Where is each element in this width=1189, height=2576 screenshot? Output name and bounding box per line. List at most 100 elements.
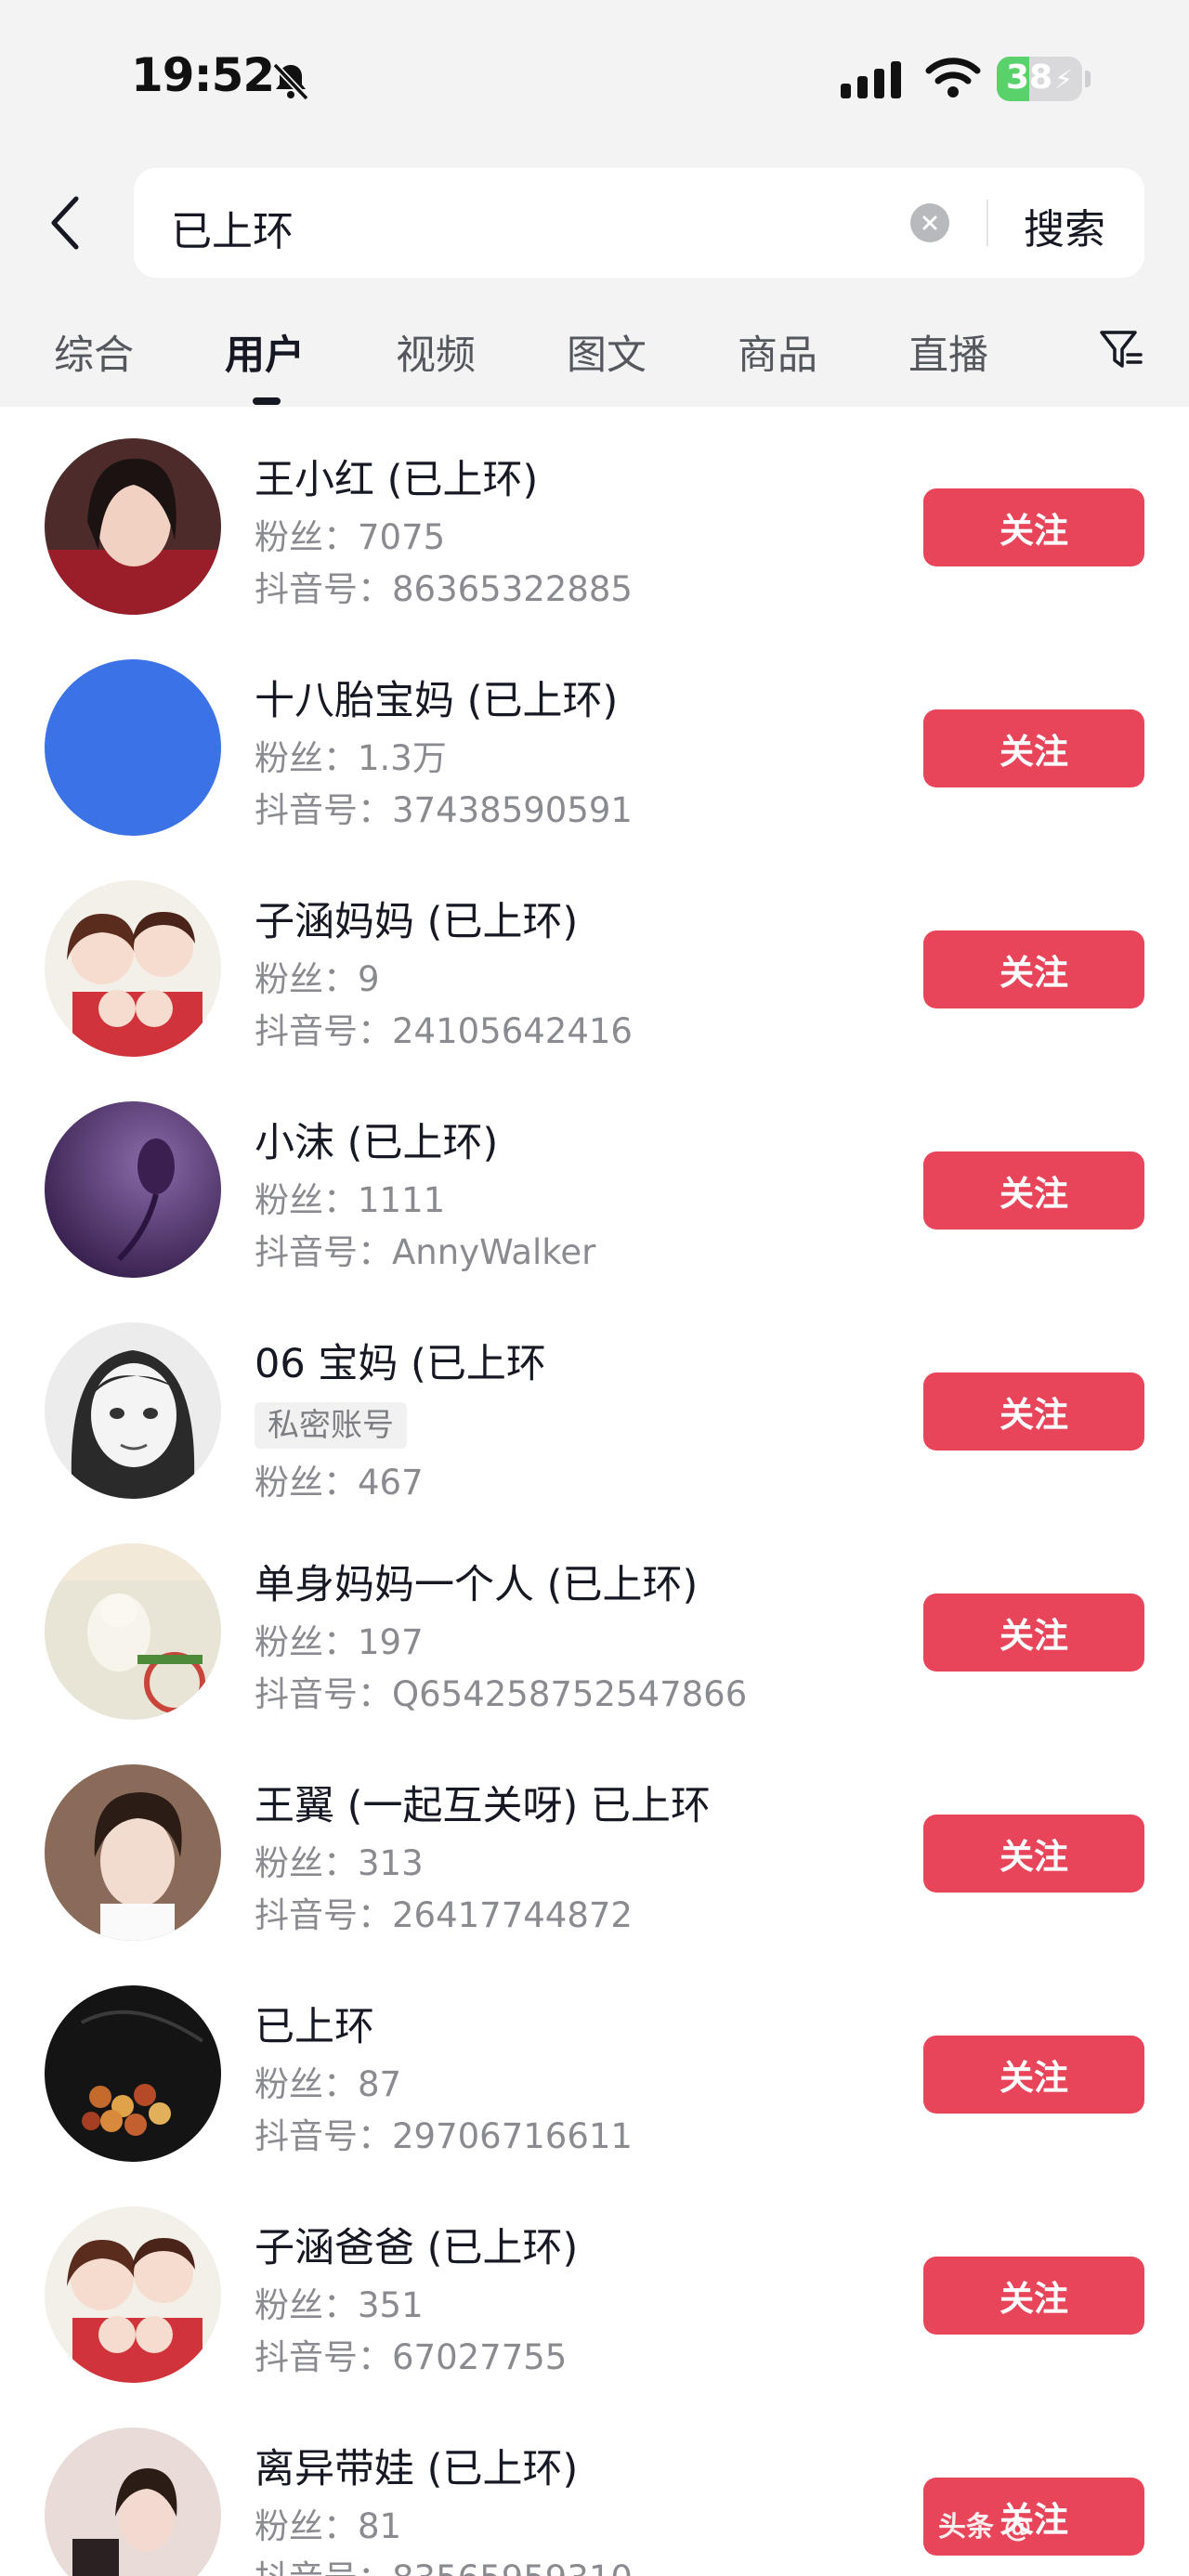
user-row[interactable]: 王翼 (一起互关呀) 已上环 粉丝：313 抖音号：26417744872 关注: [0, 1733, 1189, 1954]
category-tabs: 综合 用户 视频 图文 商品 直播: [0, 316, 1189, 407]
followers-line: 粉丝：87: [255, 2056, 401, 2106]
avatar[interactable]: [45, 2427, 221, 2576]
user-row[interactable]: 已上环 粉丝：87 抖音号：29706716611 关注: [0, 1954, 1189, 2175]
followers-count: 197: [358, 1622, 424, 1662]
tab-products[interactable]: 商品: [738, 323, 817, 381]
avatar-image: [45, 880, 221, 1057]
search-button[interactable]: 搜索: [1024, 196, 1105, 255]
followers-label: 粉丝：: [255, 738, 358, 778]
avatar-image: [45, 1543, 221, 1720]
status-time: 19:52: [131, 48, 275, 102]
user-row[interactable]: 子涵妈妈 (已上环) 粉丝：9 抖音号：24105642416 关注: [0, 849, 1189, 1070]
clear-icon: [922, 215, 937, 230]
user-row[interactable]: 子涵爸爸 (已上环) 粉丝：351 抖音号：67027755 关注: [0, 2175, 1189, 2396]
private-account-badge: 私密账号: [255, 1402, 407, 1449]
filter-icon[interactable]: [1098, 327, 1144, 373]
douyin-id-label: 抖音号：: [255, 1674, 392, 1714]
avatar[interactable]: [45, 1101, 221, 1278]
followers-label: 粉丝：: [255, 1622, 358, 1662]
followers-count: 7075: [358, 517, 446, 557]
followers-line: 粉丝：467: [255, 1454, 424, 1504]
tab-videos[interactable]: 视频: [396, 323, 476, 381]
douyin-id: 29706716611: [392, 2116, 633, 2156]
follow-button[interactable]: 关注: [923, 709, 1144, 787]
tab-comprehensive[interactable]: 综合: [54, 323, 134, 381]
avatar[interactable]: [45, 1322, 221, 1499]
followers-count: 87: [358, 2064, 402, 2104]
bolt-icon: ⚡: [1054, 64, 1073, 95]
followers-line: 粉丝：7075: [255, 509, 445, 559]
followers-line: 粉丝：1111: [255, 1172, 445, 1222]
douyin-id-label: 抖音号：: [255, 2337, 392, 2377]
avatar[interactable]: [45, 880, 221, 1057]
user-row[interactable]: 06 宝妈 (已上环 私密账号 粉丝：467 关注: [0, 1291, 1189, 1512]
follow-button[interactable]: 关注: [923, 2257, 1144, 2335]
follow-button[interactable]: 关注: [923, 930, 1144, 1008]
douyin-id: AnnyWalker: [392, 1232, 596, 1272]
follow-button[interactable]: 关注: [923, 1594, 1144, 1672]
watermark: 头条 @: [938, 2511, 1032, 2543]
avatar[interactable]: [45, 2206, 221, 2383]
user-row[interactable]: 十八胎宝妈 (已上环) 粉丝：1.3万 抖音号：37438590591 关注: [0, 628, 1189, 849]
user-row[interactable]: 离异带娃 (已上环) 粉丝：81 抖音号：83565959310 关注: [0, 2396, 1189, 2576]
user-row[interactable]: 王小红 (已上环) 粉丝：7075 抖音号：86365322885 关注: [0, 407, 1189, 628]
user-name: 十八胎宝妈 (已上环): [255, 678, 619, 724]
douyin-id-line: 抖音号：67027755: [255, 2329, 567, 2379]
followers-line: 粉丝：313: [255, 1835, 424, 1885]
followers-label: 粉丝：: [255, 959, 358, 999]
followers-count: 81: [358, 2506, 402, 2546]
avatar-image: [45, 1764, 221, 1941]
followers-label: 粉丝：: [255, 2285, 358, 2325]
followers-count: 1.3万: [358, 738, 447, 778]
follow-button[interactable]: 关注: [923, 1815, 1144, 1893]
followers-count: 1111: [358, 1180, 446, 1220]
tab-users[interactable]: 用户: [225, 323, 305, 381]
douyin-id: 24105642416: [392, 1011, 633, 1051]
battery-level: 38: [1006, 59, 1053, 97]
avatar[interactable]: [45, 1764, 221, 1941]
search-input[interactable]: 已上环 搜索: [134, 168, 1144, 278]
active-tab-indicator: [253, 397, 281, 405]
followers-label: 粉丝：: [255, 2064, 358, 2104]
user-row[interactable]: 单身妈妈一个人 (已上环) 粉丝：197 抖音号：Q65425875254786…: [0, 1512, 1189, 1733]
bell-slash-icon: [272, 62, 309, 101]
followers-label: 粉丝：: [255, 2506, 358, 2546]
wifi-icon: [925, 58, 981, 98]
douyin-id-label: 抖音号：: [255, 790, 392, 830]
avatar[interactable]: [45, 1543, 221, 1720]
tab-image-text[interactable]: 图文: [567, 323, 647, 381]
followers-label: 粉丝：: [255, 1463, 358, 1503]
followers-line: 粉丝：351: [255, 2277, 424, 2327]
back-button[interactable]: [37, 186, 93, 260]
tab-live[interactable]: 直播: [908, 323, 988, 381]
douyin-id-line: 抖音号：83565959310: [255, 2550, 633, 2576]
user-name: 小沫 (已上环): [255, 1120, 499, 1166]
avatar[interactable]: [45, 659, 221, 836]
douyin-id-label: 抖音号：: [255, 2116, 392, 2156]
followers-line: 粉丝：9: [255, 951, 380, 1001]
avatar[interactable]: [45, 438, 221, 615]
douyin-id-label: 抖音号：: [255, 2558, 392, 2576]
follow-button[interactable]: 关注: [923, 1151, 1144, 1229]
avatar-image: [45, 2427, 221, 2576]
user-name: 子涵爸爸 (已上环): [255, 2225, 579, 2271]
avatar-image: [45, 438, 221, 615]
user-row[interactable]: 小沫 (已上环) 粉丝：1111 抖音号：AnnyWalker 关注: [0, 1070, 1189, 1291]
douyin-id: 86365322885: [392, 569, 633, 609]
search-divider: [986, 200, 988, 246]
followers-label: 粉丝：: [255, 1843, 358, 1883]
follow-button[interactable]: 关注: [923, 1373, 1144, 1451]
douyin-id-label: 抖音号：: [255, 1895, 392, 1935]
followers-label: 粉丝：: [255, 517, 358, 557]
clear-button[interactable]: [910, 203, 949, 242]
follow-button[interactable]: 关注: [923, 2036, 1144, 2114]
search-query[interactable]: 已上环: [171, 198, 294, 257]
douyin-id-label: 抖音号：: [255, 1011, 392, 1051]
user-name: 王小红 (已上环): [255, 457, 539, 503]
douyin-id: 37438590591: [392, 790, 633, 830]
avatar[interactable]: [45, 1985, 221, 2162]
followers-line: 粉丝：81: [255, 2498, 401, 2548]
followers-count: 9: [358, 959, 380, 999]
follow-button[interactable]: 关注: [923, 488, 1144, 566]
user-name: 王翼 (一起互关呀) 已上环: [255, 1783, 711, 1829]
